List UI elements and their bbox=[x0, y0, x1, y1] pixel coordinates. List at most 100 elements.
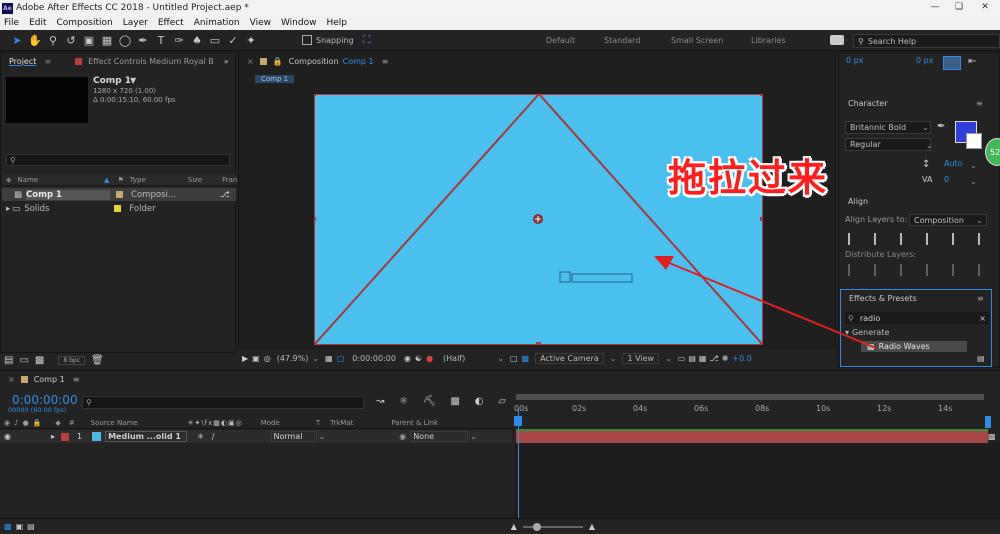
align-bottom-icon[interactable] bbox=[978, 233, 988, 245]
visibility-icon[interactable]: ◉ bbox=[4, 432, 11, 441]
tab-comp-name[interactable]: Comp 1 bbox=[343, 57, 374, 66]
chevron-down-icon[interactable]: ⌄ bbox=[319, 432, 326, 441]
label-swatch[interactable] bbox=[114, 205, 122, 212]
panel-menu-icon[interactable]: ≡ bbox=[976, 99, 983, 108]
viewer-timecode[interactable]: 0:00:00:00 bbox=[352, 354, 396, 363]
layer-row[interactable]: ◉ ▸ 1 Medium ...olid 1 ✳ ∕ Normal ⌄ ◉ No… bbox=[0, 430, 512, 443]
panel-menu-icon[interactable]: ≡ bbox=[382, 57, 389, 66]
always-preview-icon[interactable]: ▶ bbox=[242, 354, 248, 363]
zoom-in-icon[interactable]: ▲ bbox=[589, 522, 595, 531]
pan-behind-tool-icon[interactable]: ▦ bbox=[100, 33, 114, 47]
tab-effect-controls[interactable]: Effect Controls Medium Royal B bbox=[88, 57, 214, 66]
col-type[interactable]: Type bbox=[130, 176, 146, 184]
chevron-down-icon[interactable]: ⌄ bbox=[970, 177, 977, 186]
view-layout-select[interactable]: 1 View bbox=[622, 353, 660, 364]
comp-mini-flowchart-icon[interactable]: ↝ bbox=[376, 396, 384, 407]
workspace-menu-icon[interactable] bbox=[830, 35, 844, 45]
distribute-left-icon[interactable] bbox=[926, 264, 936, 276]
project-comp-name[interactable]: Comp 1 bbox=[93, 76, 131, 86]
menu-edit[interactable]: Edit bbox=[29, 18, 46, 28]
menu-layer[interactable]: Layer bbox=[123, 18, 148, 28]
monitor-icon[interactable]: ▣ bbox=[252, 354, 260, 363]
work-area-end-handle[interactable] bbox=[985, 416, 991, 428]
type-tool-icon[interactable]: T bbox=[154, 33, 168, 47]
new-preset-icon[interactable]: ▤ bbox=[977, 354, 985, 363]
menu-help[interactable]: Help bbox=[326, 18, 347, 28]
close-tab-icon[interactable]: × bbox=[8, 375, 15, 384]
col-parent[interactable]: Parent & Link bbox=[391, 419, 438, 427]
zoom-out-icon[interactable]: ▲ bbox=[511, 522, 517, 531]
rotate-tool-icon[interactable]: ↺ bbox=[64, 33, 78, 47]
paragraph-direction-button[interactable] bbox=[943, 56, 961, 70]
playhead[interactable] bbox=[518, 408, 519, 518]
workspace-standard[interactable]: Standard bbox=[604, 36, 640, 45]
puppet-tool-icon[interactable]: ✦ bbox=[244, 33, 258, 47]
chevron-down-icon[interactable]: ⌄ bbox=[922, 123, 929, 132]
exposure-reset-icon[interactable]: ❋ bbox=[722, 354, 729, 363]
safe-zones-icon[interactable]: ▦ bbox=[325, 354, 333, 363]
toggle-pixel-aspect-icon[interactable]: ▭ bbox=[678, 354, 686, 363]
col-frame[interactable]: Fran bbox=[222, 176, 237, 184]
col-source-name[interactable]: Source Name bbox=[91, 419, 138, 427]
region-of-interest-icon[interactable]: □ bbox=[510, 354, 518, 363]
align-vcenter-icon[interactable] bbox=[952, 233, 962, 245]
label-swatch[interactable] bbox=[116, 191, 124, 198]
align-hcenter-icon[interactable] bbox=[874, 233, 884, 245]
workspace-default[interactable]: Default bbox=[546, 36, 575, 45]
expand-arrow-icon[interactable]: ▸ bbox=[51, 432, 55, 441]
leading-value[interactable]: Auto bbox=[944, 159, 963, 168]
more-tabs-icon[interactable]: » bbox=[224, 57, 229, 66]
new-folder-icon[interactable]: ▭ bbox=[19, 355, 28, 366]
brush-tool-icon[interactable]: ✑ bbox=[172, 33, 186, 47]
chevron-down-icon[interactable]: ⌄ bbox=[497, 354, 504, 363]
panel-menu-icon[interactable]: ≡ bbox=[73, 375, 80, 384]
parent-select[interactable]: None bbox=[410, 431, 469, 442]
chevron-down-icon[interactable]: ⌄ bbox=[610, 354, 617, 363]
quality-switch-icon[interactable]: ∕ bbox=[212, 432, 215, 441]
timeline-tab[interactable]: Comp 1 bbox=[34, 375, 65, 384]
timeline-timecode[interactable]: 0:00:00:00 bbox=[12, 393, 78, 407]
ellipse-tool-icon[interactable]: ◯ bbox=[118, 33, 132, 47]
project-item-comp[interactable]: ▩ Comp 1 Composi... ⎇ bbox=[2, 188, 236, 201]
char-top-value-2[interactable]: 0 px bbox=[916, 56, 933, 65]
hand-tool-icon[interactable]: ✋ bbox=[28, 33, 42, 47]
workspace-libraries[interactable]: Libraries bbox=[751, 36, 786, 45]
comp-dropdown-icon[interactable]: ▼ bbox=[130, 76, 136, 85]
project-item-folder[interactable]: ▸ ▭ Solids Folder bbox=[2, 202, 236, 215]
roto-brush-tool-icon[interactable]: ✓ bbox=[226, 33, 240, 47]
minimize-icon[interactable]: — bbox=[922, 0, 948, 14]
frame-blending-icon[interactable]: ▩ bbox=[450, 396, 459, 407]
align-top-icon[interactable] bbox=[926, 233, 936, 245]
menu-composition[interactable]: Composition bbox=[57, 18, 113, 28]
zoom-tool-icon[interactable]: ⚲ bbox=[46, 33, 60, 47]
char-top-value-1[interactable]: 0 px bbox=[846, 56, 863, 65]
fast-previews-icon[interactable]: ▤ bbox=[688, 354, 696, 363]
menu-effect[interactable]: Effect bbox=[158, 18, 184, 28]
bit-depth-button[interactable]: 8 bpc bbox=[58, 356, 85, 365]
in-out-toggle-icon[interactable]: ▤ bbox=[27, 522, 35, 531]
menu-file[interactable]: File bbox=[4, 18, 19, 28]
trash-icon[interactable]: 🗑 bbox=[91, 355, 104, 366]
tracking-value[interactable]: 0 bbox=[944, 175, 949, 184]
zoom-level[interactable]: (47.9%) bbox=[277, 354, 309, 363]
col-name[interactable]: Name bbox=[17, 176, 38, 184]
pen-tool-icon[interactable]: ✒ bbox=[136, 33, 150, 47]
interpret-footage-icon[interactable]: ▤ bbox=[4, 355, 13, 366]
clone-stamp-tool-icon[interactable]: ♠ bbox=[190, 33, 204, 47]
sort-arrow-icon[interactable]: ▲ bbox=[104, 176, 109, 184]
timeline-icon[interactable]: ▦ bbox=[699, 354, 707, 363]
clear-search-icon[interactable]: × bbox=[979, 314, 986, 323]
stroke-color-swatch[interactable] bbox=[966, 133, 982, 149]
lock-icon[interactable]: 🔒 bbox=[273, 57, 283, 66]
timeline-zoom-slider[interactable] bbox=[522, 522, 583, 531]
search-help-field[interactable]: ⚲ Search Help bbox=[853, 34, 1000, 48]
panel-menu-icon[interactable]: ≡ bbox=[977, 294, 984, 303]
work-area-bar[interactable] bbox=[516, 394, 984, 400]
comp-breadcrumb[interactable]: Comp 1 bbox=[255, 75, 295, 83]
col-trkmat[interactable]: TrkMat bbox=[330, 419, 353, 427]
motion-blur-icon[interactable]: ◐ bbox=[475, 396, 484, 407]
transparency-grid-icon[interactable]: ▩ bbox=[522, 354, 530, 363]
new-comp-icon[interactable]: ▩ bbox=[35, 355, 44, 366]
chevron-down-icon[interactable]: ⌄ bbox=[970, 161, 977, 170]
workspace-small-screen[interactable]: Small Screen bbox=[671, 36, 723, 45]
